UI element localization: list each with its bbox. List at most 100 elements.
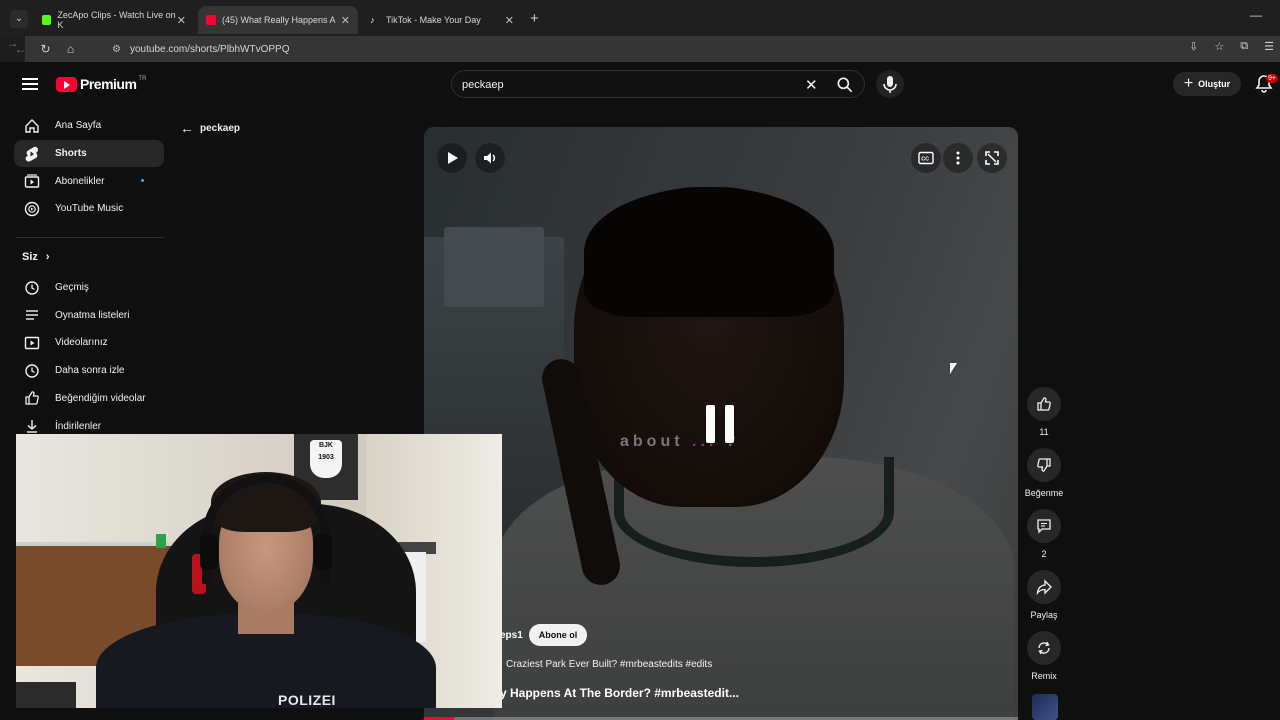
sidebar-item-label: Oynatma listeleri — [55, 309, 130, 321]
minimize-window-icon[interactable]: — — [1250, 8, 1262, 22]
volume-button[interactable] — [475, 143, 505, 173]
sidebar-item-home[interactable]: Ana Sayfa — [14, 112, 164, 140]
sidebar-divider — [16, 236, 164, 238]
sidebar-item-label: Beğendiğim videolar — [55, 392, 146, 404]
your-videos-icon — [24, 335, 40, 351]
remix-label: Remix — [1031, 671, 1057, 681]
back-to-search-link[interactable]: ← peckaep — [180, 120, 240, 136]
plus-icon: + — [1183, 75, 1194, 92]
sidebar-item-history[interactable]: Geçmiş — [14, 274, 164, 302]
sidebar-item-youtube-music[interactable]: YouTube Music — [14, 195, 164, 223]
hoodie-text: POLIZEI — [278, 692, 336, 708]
browser-tab[interactable]: ZecApo Clips - Watch Live on K ✕ — [34, 6, 194, 34]
notification-badge: 9+ — [1266, 74, 1278, 83]
remix-button[interactable] — [1027, 631, 1061, 665]
browser-tab-active[interactable]: (45) What Really Happens A ✕ — [198, 6, 358, 34]
dislike-label: Beğenme — [1024, 488, 1064, 498]
thumb-up-icon — [1037, 397, 1051, 411]
play-icon — [448, 152, 458, 164]
captions-button[interactable]: CC — [911, 143, 941, 173]
sidebar-panel-icon[interactable]: ☰ — [1264, 40, 1274, 53]
tiktok-favicon-icon: ♪ — [370, 15, 375, 25]
close-tab-icon[interactable]: ✕ — [341, 14, 350, 27]
liked-icon — [24, 390, 40, 406]
video-title[interactable]: y Happens At The Border? #mrbeastedit... — [500, 686, 739, 700]
youtube-premium-logo[interactable]: Premium TR — [56, 76, 146, 92]
clear-search-icon[interactable]: ✕ — [805, 76, 818, 94]
fullscreen-button[interactable] — [977, 143, 1007, 173]
pause-indicator-icon[interactable] — [706, 405, 734, 443]
subscriptions-icon — [24, 173, 40, 189]
sidebar-item-playlists[interactable]: Oynatma listeleri — [14, 301, 164, 329]
bookmark-star-icon[interactable]: ☆ — [1214, 40, 1224, 53]
url-text: youtube.com/shorts/PlbhWTvOPPQ — [130, 43, 290, 55]
sidebar-item-label: Videolarınız — [55, 337, 108, 349]
sidebar-item-watch-later[interactable]: Daha sonra izle — [14, 357, 164, 385]
dislike-action[interactable]: Beğenme — [1025, 448, 1063, 498]
arrow-left-icon: ← — [180, 120, 194, 136]
menu-hamburger-icon[interactable] — [22, 78, 38, 90]
sidebar-item-shorts[interactable]: Shorts — [14, 139, 164, 168]
thumb-down-icon — [1037, 458, 1051, 472]
comments-action[interactable]: 2 — [1027, 509, 1061, 559]
toolbar-actions: ⇩ ☆ ⧉ ☰ — [1189, 40, 1274, 53]
logo-text: Premium — [80, 76, 137, 92]
dislike-button[interactable] — [1027, 448, 1061, 482]
volume-icon — [484, 152, 496, 164]
caption-word: about — [620, 433, 684, 450]
search-input[interactable]: peckaep — [462, 79, 504, 91]
history-icon — [24, 280, 40, 296]
subscribe-button[interactable]: Abone ol — [528, 624, 588, 646]
new-tab-icon[interactable]: + — [530, 10, 539, 27]
share-action[interactable]: Paylaş — [1027, 570, 1061, 620]
more-options-button[interactable] — [943, 143, 973, 173]
reload-icon[interactable]: ↻ — [33, 42, 58, 56]
install-app-icon[interactable]: ⇩ — [1189, 40, 1198, 53]
related-video-title[interactable]: Craziest Park Ever Built? #mrbeastedits … — [506, 659, 712, 670]
watch-later-icon — [24, 363, 40, 379]
sidebar-item-liked-videos[interactable]: Beğendiğim videolar — [14, 385, 164, 413]
webcam-cup — [156, 534, 166, 548]
forward-nav-icon[interactable]: → — [0, 36, 25, 62]
sidebar-section-you[interactable]: Siz › — [14, 246, 164, 268]
close-tab-icon[interactable]: ✕ — [177, 14, 186, 27]
remix-action[interactable]: Remix — [1027, 631, 1061, 681]
sidebar-item-your-videos[interactable]: Videolarınız — [14, 329, 164, 357]
download-icon — [24, 418, 40, 434]
comment-count: 2 — [1041, 549, 1047, 559]
home-icon — [24, 118, 40, 134]
sound-thumbnail[interactable] — [1032, 694, 1058, 720]
webcam-keyboard — [16, 682, 76, 708]
mouse-cursor-icon — [950, 363, 957, 374]
play-button[interactable] — [437, 143, 467, 173]
comments-button[interactable] — [1027, 509, 1061, 543]
headset-earcup — [314, 534, 332, 570]
share-icon — [1036, 579, 1052, 595]
search-icon[interactable] — [834, 75, 856, 95]
tab-title: TikTok - Make Your Day — [386, 15, 481, 25]
sidebar-item-subscriptions[interactable]: Abonelikler — [14, 167, 164, 195]
home-nav-icon[interactable]: ⌂ — [58, 42, 83, 56]
browser-tab[interactable]: ♪ TikTok - Make Your Day ✕ — [362, 6, 522, 34]
captions-icon: CC — [918, 151, 934, 165]
like-button[interactable] — [1027, 387, 1061, 421]
tab-search-button[interactable]: ⌄ — [10, 10, 28, 28]
like-action[interactable]: 11 — [1027, 387, 1061, 437]
sidebar-item-label: Geçmiş — [55, 282, 89, 294]
site-info-icon[interactable]: ⚙ — [112, 44, 130, 55]
country-code: TR — [138, 76, 147, 82]
address-bar[interactable]: ⚙ youtube.com/shorts/PlbhWTvOPPQ — [112, 39, 1262, 59]
playlist-icon — [24, 307, 40, 323]
sidebar-item-label: Daha sonra izle — [55, 365, 125, 377]
back-label: peckaep — [200, 122, 241, 134]
close-tab-icon[interactable]: ✕ — [505, 14, 514, 27]
channel-name[interactable]: eps1 — [500, 630, 523, 641]
voice-search-button[interactable] — [876, 70, 904, 98]
sidebar: Ana Sayfa Shorts Abonelikler YouTube Mus… — [14, 112, 164, 440]
search-box[interactable]: peckaep ✕ — [451, 70, 865, 98]
create-button[interactable]: + Oluştur — [1173, 72, 1241, 96]
sidebar-item-label: YouTube Music — [55, 203, 124, 215]
browser-tab-bar: ⌄ ZecApo Clips - Watch Live on K ✕ (45) … — [0, 0, 1280, 36]
share-button[interactable] — [1027, 570, 1061, 604]
extensions-icon[interactable]: ⧉ — [1240, 40, 1248, 53]
